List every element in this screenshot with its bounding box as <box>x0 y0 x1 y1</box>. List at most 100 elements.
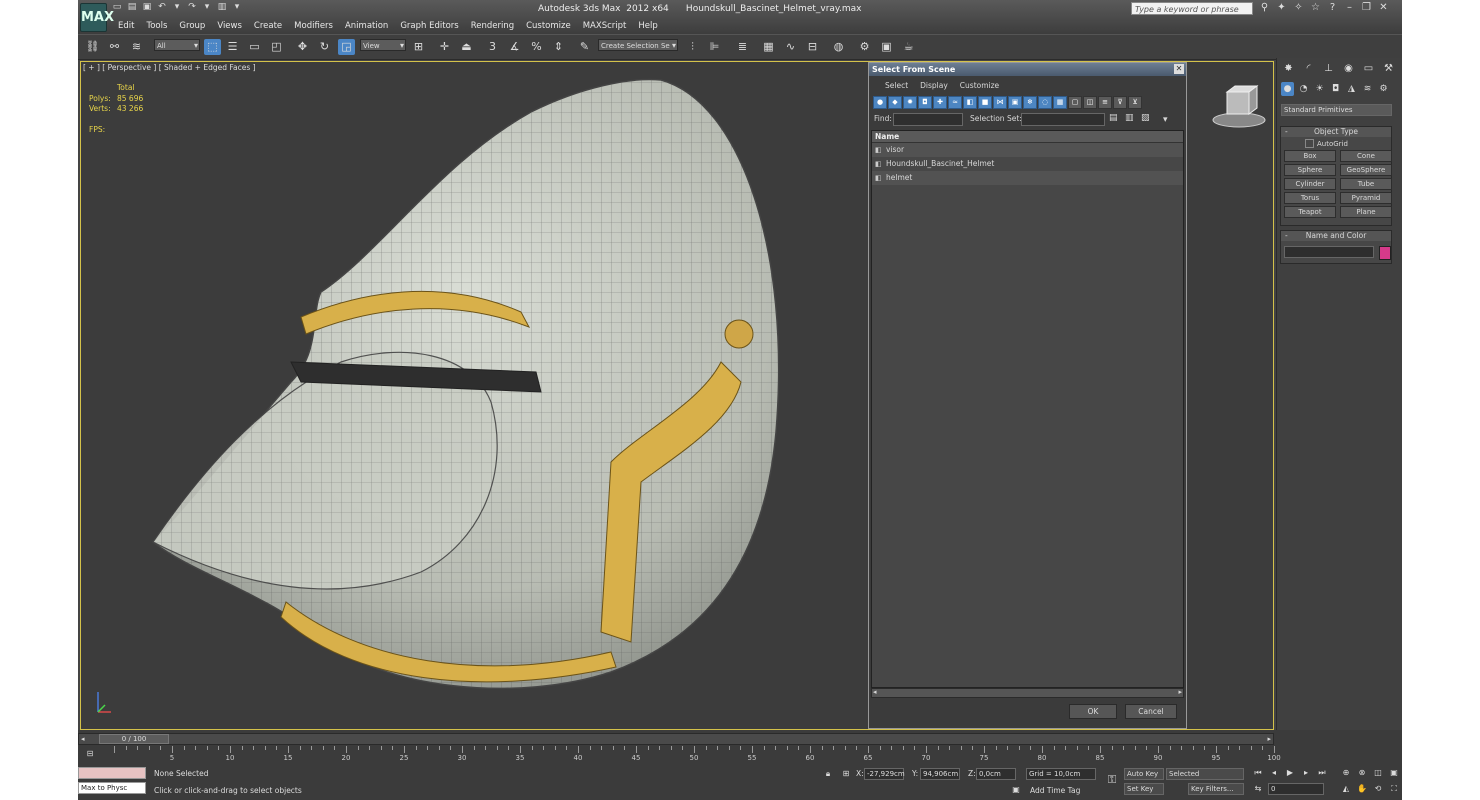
next-frame-icon[interactable]: ▸ <box>1300 767 1312 779</box>
graphite-toolkit-icon[interactable]: ▦ <box>760 39 777 55</box>
help-icon[interactable]: ? <box>1326 1 1339 14</box>
pan-view-icon[interactable]: ✋ <box>1356 783 1368 795</box>
display-helpers-icon[interactable]: ✚ <box>933 96 947 109</box>
display-geometry-icon[interactable]: ● <box>873 96 887 109</box>
play-icon[interactable]: ▶ <box>1284 767 1296 779</box>
spinner-snap-icon[interactable]: ⇕ <box>550 39 567 55</box>
display-lights-icon[interactable]: ✹ <box>903 96 917 109</box>
helmet-model[interactable] <box>141 72 901 712</box>
sphere-button[interactable]: Sphere <box>1284 164 1336 176</box>
selection-set-dropdown[interactable] <box>1021 113 1105 126</box>
named-selection-set-dropdown[interactable]: Create Selection Se <box>598 39 678 52</box>
undo-icon[interactable]: ↶ <box>156 2 168 13</box>
teapot-button[interactable]: Teapot <box>1284 206 1336 218</box>
viewcube-icon[interactable] <box>1209 82 1269 132</box>
display-hidden-icon[interactable]: ◌ <box>1038 96 1052 109</box>
add-time-tag-button[interactable]: Add Time Tag <box>1030 785 1080 797</box>
cylinder-button[interactable]: Cylinder <box>1284 178 1336 190</box>
z-coordinate-field[interactable]: 0,0cm <box>976 768 1016 780</box>
time-slider-knob[interactable]: 0 / 100 <box>99 734 169 744</box>
horizontal-scrollbar[interactable]: ◂ ▸ <box>871 688 1184 698</box>
maximize-icon[interactable]: ❐ <box>1360 1 1373 14</box>
dialog-close-icon[interactable]: ✕ <box>1174 64 1184 74</box>
shapes-icon[interactable]: ◔ <box>1297 82 1310 96</box>
select-and-link-icon[interactable]: ⛓ <box>84 39 101 55</box>
align-icon[interactable]: ⊫ <box>706 39 723 55</box>
display-groups-icon[interactable]: ◧ <box>963 96 977 109</box>
save-file-icon[interactable]: ▣ <box>141 2 153 13</box>
hierarchy-tab-icon[interactable]: ⊥ <box>1321 62 1336 76</box>
maxscript-listener-output[interactable]: Max to Physc <box>78 782 146 794</box>
display-invert-icon[interactable]: ◫ <box>1083 96 1097 109</box>
display-tab-icon[interactable]: ▭ <box>1361 62 1376 76</box>
qat-customize-icon[interactable]: ▾ <box>231 2 243 13</box>
geosphere-button[interactable]: GeoSphere <box>1340 164 1392 176</box>
menu-views[interactable]: Views <box>211 19 248 33</box>
set-key-button[interactable]: Set Key <box>1124 783 1164 795</box>
list-item[interactable]: ◧ helmet <box>872 171 1183 185</box>
previous-frame-icon[interactable]: ◂ <box>1268 767 1280 779</box>
schematic-view-icon[interactable]: ⊟ <box>804 39 821 55</box>
orbit-icon[interactable]: ⟲ <box>1372 783 1384 795</box>
reference-coordinate-dropdown[interactable]: View <box>360 39 406 52</box>
field-of-view-icon[interactable]: ◭ <box>1340 783 1352 795</box>
cameras-icon[interactable]: ◘ <box>1329 82 1342 96</box>
mini-curve-editor-icon[interactable]: ⊟ <box>84 748 96 760</box>
create-tab-icon[interactable]: ✸ <box>1281 62 1296 76</box>
redo-icon[interactable]: ↷ <box>186 2 198 13</box>
space-warps-icon[interactable]: ≋ <box>1361 82 1374 96</box>
menu-edit[interactable]: Edit <box>112 19 140 33</box>
plane-button[interactable]: Plane <box>1340 206 1392 218</box>
list-item[interactable]: ◧ Houndskull_Bascinet_Helmet <box>872 157 1183 171</box>
maximize-viewport-icon[interactable]: ⛶ <box>1388 783 1400 795</box>
subscription-icon[interactable]: ✦ <box>1275 1 1288 14</box>
object-name-input[interactable] <box>1284 246 1374 258</box>
more-options-icon[interactable]: ▾ <box>1163 115 1168 125</box>
object-color-swatch[interactable] <box>1379 246 1391 260</box>
app-logo-icon[interactable]: MAX <box>80 3 114 32</box>
layer-manager-icon[interactable]: ≣ <box>734 39 751 55</box>
select-by-name-icon[interactable]: ☰ <box>224 39 241 55</box>
cancel-button[interactable]: Cancel <box>1125 704 1177 719</box>
torus-button[interactable]: Torus <box>1284 192 1336 204</box>
viewport-label[interactable]: [ + ] [ Perspective ] [ Shaded + Edged F… <box>83 63 256 72</box>
edit-named-selection-icon[interactable]: ✎ <box>576 39 593 55</box>
menu-customize[interactable]: Customize <box>520 19 577 33</box>
list-item[interactable]: ◧ visor <box>872 143 1183 157</box>
communication-icon[interactable]: ✧ <box>1292 1 1305 14</box>
object-list[interactable]: Name ◧ visor ◧ Houndskull_Bascinet_Helmet … <box>871 130 1184 688</box>
scroll-right-icon[interactable]: ▸ <box>1178 688 1182 696</box>
zoom-icon[interactable]: ⊕ <box>1340 767 1352 779</box>
maxscript-mini-listener[interactable] <box>78 767 146 779</box>
snaps-toggle-icon[interactable]: 3 <box>484 39 501 55</box>
menu-group[interactable]: Group <box>173 19 211 33</box>
auto-key-button[interactable]: Auto Key <box>1124 768 1164 780</box>
select-and-manipulate-icon[interactable]: ✛ <box>436 39 453 55</box>
go-to-start-icon[interactable]: ⏮ <box>1252 767 1264 779</box>
ok-button[interactable]: OK <box>1069 704 1117 719</box>
menu-rendering[interactable]: Rendering <box>465 19 520 33</box>
menu-animation[interactable]: Animation <box>339 19 394 33</box>
box-button[interactable]: Box <box>1284 150 1336 162</box>
project-folder-icon[interactable]: ▥ <box>216 2 228 13</box>
keyboard-shortcut-override-icon[interactable]: ⏏ <box>458 39 475 55</box>
percent-snap-icon[interactable]: % <box>528 39 545 55</box>
absolute-mode-icon[interactable]: ⊞ <box>840 768 852 780</box>
menu-graph-editors[interactable]: Graph Editors <box>394 19 464 33</box>
find-input[interactable] <box>893 113 963 126</box>
new-file-icon[interactable]: ▭ <box>111 2 123 13</box>
geometry-icon[interactable]: ● <box>1281 82 1294 96</box>
pivot-center-icon[interactable]: ⊞ <box>410 39 427 55</box>
menu-modifiers[interactable]: Modifiers <box>288 19 339 33</box>
modify-tab-icon[interactable]: ◜ <box>1301 62 1316 76</box>
filter-icon[interactable]: ⊽ <box>1113 96 1127 109</box>
systems-icon[interactable]: ⚙ <box>1377 82 1390 96</box>
key-mode-toggle-icon[interactable]: ⇆ <box>1252 783 1264 795</box>
motion-tab-icon[interactable]: ◉ <box>1341 62 1356 76</box>
sort-icon[interactable]: ≡ <box>1098 96 1112 109</box>
render-setup-icon[interactable]: ⚙ <box>856 39 873 55</box>
lights-icon[interactable]: ☀ <box>1313 82 1326 96</box>
pyramid-button[interactable]: Pyramid <box>1340 192 1392 204</box>
menu-help[interactable]: Help <box>632 19 663 33</box>
material-editor-icon[interactable]: ◍ <box>830 39 847 55</box>
